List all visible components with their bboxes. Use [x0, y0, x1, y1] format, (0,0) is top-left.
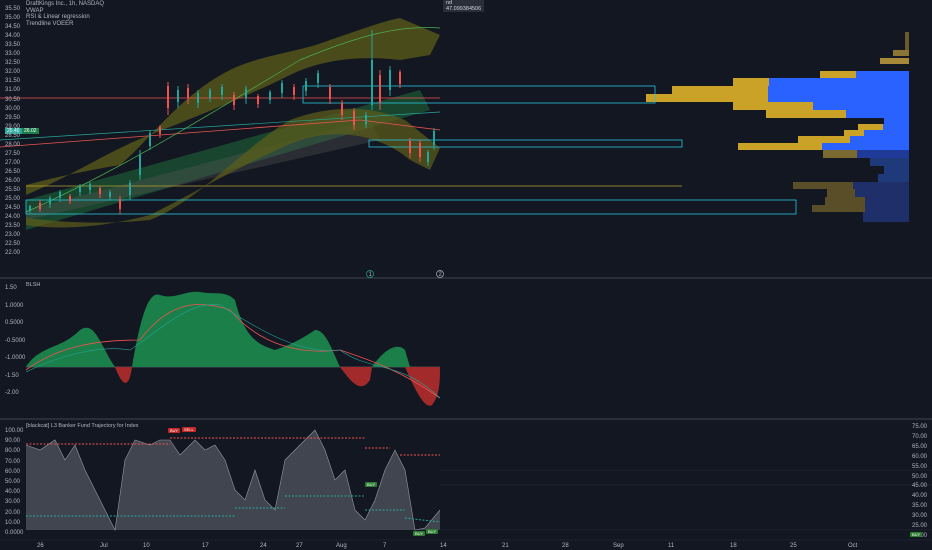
axis-tick: 0.0000 — [5, 530, 24, 536]
axis-tick: 70.00 — [911, 433, 927, 440]
time-tick: 27 — [296, 543, 303, 549]
axis-tick: 55.00 — [911, 463, 927, 470]
current-price-badge-2: 26.02 — [22, 128, 39, 134]
axis-tick: 20.00 — [5, 509, 21, 516]
axis-tick: 23.50 — [5, 223, 21, 230]
axis-tick: 30.50 — [5, 96, 21, 103]
axis-tick: -1.0000 — [5, 355, 26, 361]
axis-tick: 45.00 — [911, 483, 927, 490]
axis-tick: 30.00 — [5, 105, 21, 112]
axis-tick: 24.00 — [5, 214, 21, 221]
axis-tick: 25.50 — [5, 187, 21, 193]
axis-tick: 40.00 — [911, 493, 927, 500]
axis-tick: 80.00 — [5, 448, 21, 455]
time-tick: 24 — [260, 543, 267, 549]
time-tick: 11 — [668, 543, 675, 549]
time-tick: 28 — [562, 543, 569, 549]
axis-tick: 50.00 — [5, 479, 21, 485]
axis-tick: 26.50 — [5, 168, 21, 175]
time-tick: Aug — [336, 543, 347, 549]
axis-tick: 22.00 — [5, 250, 21, 257]
axis-tick: 50.00 — [911, 473, 927, 480]
axis-tick: 34.50 — [5, 24, 21, 31]
axis-tick: 30.00 — [5, 499, 21, 506]
axis-tick: 31.50 — [5, 78, 21, 85]
axis-tick: 60.00 — [5, 468, 21, 475]
axis-tick: -2.00 — [5, 390, 19, 396]
axis-tick: 100.00 — [5, 428, 24, 434]
axis-tick: 23.00 — [5, 232, 21, 239]
axis-tick: 28.50 — [5, 132, 21, 139]
axis-tick: 34.00 — [5, 33, 21, 40]
axis-tick: 35.50 — [5, 6, 21, 12]
axis-tick: 26.00 — [5, 177, 21, 184]
axis-tick: 24.50 — [5, 205, 21, 212]
axis-tick: 1.0000 — [5, 302, 24, 309]
time-tick: 7 — [383, 543, 387, 549]
axis-tick: 27.00 — [5, 159, 21, 166]
axis-tick: 75.00 — [911, 424, 927, 430]
axis-tick: 0.5000 — [5, 320, 24, 326]
time-tick: 17 — [202, 543, 209, 549]
axis-tick: 10.00 — [5, 519, 21, 526]
axis-tick: 32.00 — [5, 69, 21, 76]
signal-buy-4[interactable]: BUY — [426, 529, 439, 534]
time-tick: 10 — [143, 543, 150, 549]
price-tooltip-value: 47.099384506 — [446, 6, 482, 12]
time-tick: 18 — [730, 543, 737, 549]
axis-tick: 65.00 — [911, 443, 927, 450]
axis-tick: 35.00 — [5, 15, 21, 22]
axis-tick: -0.5000 — [5, 337, 26, 344]
chart-canvas[interactable]: 1 2 — [0, 0, 932, 550]
indicator-trendline[interactable]: Trendline VOEER — [26, 21, 73, 28]
price-tooltip: nd 47.099384506 — [443, 0, 485, 12]
axis-tick: -1.50 — [5, 372, 19, 379]
axis-tick: 1.50 — [5, 285, 17, 291]
time-tick: Sep — [613, 543, 624, 549]
time-tick: Jul — [100, 543, 108, 549]
signal-sell-1[interactable]: SELL — [182, 427, 196, 432]
time-tick: Oct — [848, 543, 858, 549]
axis-tick: 27.50 — [5, 150, 21, 157]
axis-tick: 29.00 — [5, 123, 21, 130]
signal-buy-3[interactable]: BUY — [413, 531, 426, 536]
axis-tick: 25.00 — [911, 523, 927, 529]
time-tick: 26 — [37, 543, 44, 549]
time-tick: 14 — [440, 543, 447, 549]
axis-tick: 32.50 — [5, 60, 21, 67]
axis-tick: 25.00 — [5, 196, 21, 203]
axis-tick: 90.00 — [5, 438, 21, 445]
signal-buy-1[interactable]: BUY — [168, 428, 181, 433]
axis-tick: 33.00 — [5, 51, 21, 58]
time-tick: 21 — [502, 543, 509, 549]
axis-tick: 35.00 — [911, 503, 927, 510]
axis-tick: 40.00 — [5, 489, 21, 496]
axis-tick: 28.00 — [5, 141, 21, 148]
time-tick: 25 — [790, 543, 797, 549]
axis-tick: 22.50 — [5, 241, 21, 248]
axis-tick: 70.00 — [5, 458, 21, 465]
fund-title[interactable]: [blackcat] L3 Banker Fund Trajectory for… — [26, 423, 139, 429]
oscillator-title[interactable]: BLSH — [26, 282, 40, 288]
axis-tick: 33.50 — [5, 42, 21, 49]
axis-tick: 30.00 — [911, 513, 927, 520]
axis-tick: 29.50 — [5, 114, 21, 121]
signal-buy-2[interactable]: BUY — [365, 482, 378, 487]
axis-tick: 31.00 — [5, 87, 21, 94]
axis-tick: 60.00 — [911, 453, 927, 460]
signal-buy-5[interactable]: BUY — [910, 532, 923, 537]
